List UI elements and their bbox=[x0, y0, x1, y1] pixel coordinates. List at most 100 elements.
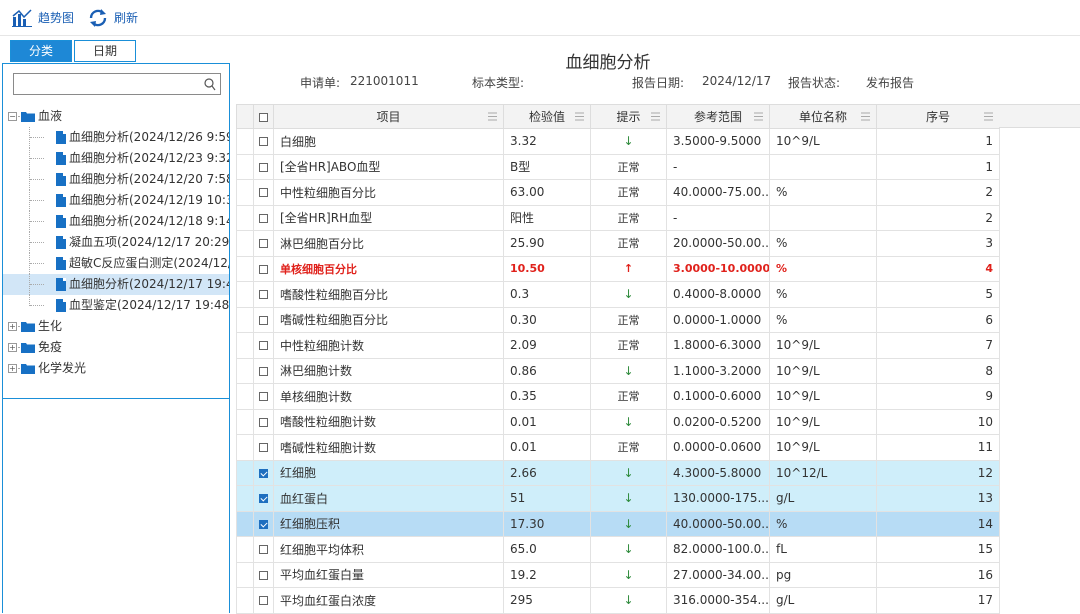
row-select-cell[interactable] bbox=[253, 357, 274, 384]
cell-seq: 10 bbox=[876, 408, 1000, 435]
expand-icon[interactable]: + bbox=[8, 343, 17, 352]
tree-node-biochem[interactable]: + 生化 bbox=[3, 316, 229, 337]
cell-value: 63.00 bbox=[503, 179, 591, 206]
tree-node-blood[interactable]: − 血液 bbox=[3, 106, 229, 127]
select-all-checkbox[interactable] bbox=[259, 112, 268, 122]
tree-item-report[interactable]: 血细胞分析(2024/12/18 9:14: bbox=[3, 211, 229, 232]
row-checkbox[interactable] bbox=[259, 545, 268, 555]
row-checkbox[interactable] bbox=[259, 468, 268, 478]
row-checkbox[interactable] bbox=[259, 137, 268, 147]
select-all-header[interactable] bbox=[253, 104, 274, 129]
table-row[interactable]: 红细胞 2.66 ↓ 4.3000-5.8000 10^12/L 12 bbox=[236, 459, 1000, 486]
row-select-cell[interactable] bbox=[253, 587, 274, 614]
row-checkbox[interactable] bbox=[259, 417, 268, 427]
row-select-cell[interactable] bbox=[253, 204, 274, 231]
table-row[interactable]: 淋巴细胞百分比 25.90 正常 20.0000-50.00...% 3 bbox=[236, 230, 1000, 257]
table-row[interactable]: 嗜碱性粒细胞百分比 0.30 正常 0.0000-1.0000% 6 bbox=[236, 306, 1000, 333]
row-select-cell[interactable] bbox=[253, 230, 274, 257]
column-menu-icon[interactable] bbox=[861, 112, 870, 121]
row-checkbox[interactable] bbox=[259, 290, 268, 300]
row-select-cell[interactable] bbox=[253, 281, 274, 308]
refresh-button[interactable]: 刷新 bbox=[88, 8, 138, 27]
table-row[interactable]: 血红蛋白 51 ↓ 130.0000-175.... g/L 13 bbox=[236, 485, 1000, 512]
row-select-cell[interactable] bbox=[253, 153, 274, 180]
tree-item-report[interactable]: 血细胞分析(2024/12/19 10:3 bbox=[3, 190, 229, 211]
row-select-cell[interactable] bbox=[253, 434, 274, 461]
row-checkbox[interactable] bbox=[259, 239, 268, 249]
tree-node-immune[interactable]: + 免疫 bbox=[3, 337, 229, 358]
table-row[interactable]: 中性粒细胞计数 2.09 正常 1.8000-6.3000 10^9/L 7 bbox=[236, 332, 1000, 359]
column-menu-icon[interactable] bbox=[651, 112, 660, 121]
search-icon[interactable] bbox=[204, 77, 216, 91]
cell-hint: 正常 bbox=[590, 306, 667, 333]
table-row[interactable]: 嗜酸性粒细胞计数 0.01 ↓ 0.0200-0.5200 10^9/L 10 bbox=[236, 408, 1000, 435]
tree-item-report[interactable]: 血细胞分析(2024/12/20 7:58: bbox=[3, 169, 229, 190]
column-ref-range[interactable]: 参考范围 bbox=[666, 104, 770, 129]
row-select-cell[interactable] bbox=[253, 306, 274, 333]
row-checkbox[interactable] bbox=[259, 392, 268, 402]
row-checkbox[interactable] bbox=[259, 315, 268, 325]
table-row[interactable]: 单核细胞百分比 10.50 ↑ 3.0000-10.0000% 4 bbox=[236, 255, 1000, 282]
row-checkbox[interactable] bbox=[259, 570, 268, 580]
column-unit[interactable]: 单位名称 bbox=[769, 104, 877, 129]
tree-node-chemiluminescence[interactable]: + 化学发光 bbox=[3, 358, 229, 379]
row-indicator bbox=[236, 179, 254, 206]
table-row[interactable]: 中性粒细胞百分比 63.00 正常 40.0000-75.00...% 2 bbox=[236, 179, 1000, 206]
tree-item-report[interactable]: 超敏C反应蛋白测定(2024/12/ bbox=[3, 253, 229, 274]
column-menu-icon[interactable] bbox=[575, 112, 584, 121]
row-indicator bbox=[236, 255, 254, 282]
row-select-cell[interactable] bbox=[253, 459, 274, 486]
tree-item-report[interactable]: 血细胞分析(2024/12/26 9:59: bbox=[3, 127, 229, 148]
column-seq[interactable]: 序号 bbox=[876, 104, 1000, 129]
row-checkbox[interactable] bbox=[259, 596, 268, 606]
collapse-icon[interactable]: − bbox=[8, 112, 17, 121]
table-row[interactable]: 白细胞 3.32 ↓ 3.5000-9.5000 10^9/L 1 bbox=[236, 128, 1000, 155]
row-checkbox[interactable] bbox=[259, 162, 268, 172]
tab-date[interactable]: 日期 bbox=[74, 40, 136, 62]
row-select-cell[interactable] bbox=[253, 485, 274, 512]
row-checkbox[interactable] bbox=[259, 264, 268, 274]
column-hint[interactable]: 提示 bbox=[590, 104, 667, 129]
row-select-cell[interactable] bbox=[253, 536, 274, 563]
tree-item-report[interactable]: 凝血五项(2024/12/17 20:29:1 bbox=[3, 232, 229, 253]
table-row[interactable]: 红细胞压积 17.30 ↓ 40.0000-50.00...% 14 bbox=[236, 510, 1000, 537]
column-value[interactable]: 检验值 bbox=[503, 104, 591, 129]
column-menu-icon[interactable] bbox=[754, 112, 763, 121]
column-menu-icon[interactable] bbox=[984, 112, 993, 121]
expand-icon[interactable]: + bbox=[8, 364, 17, 373]
table-row[interactable]: [全省HR]ABO血型 B型 正常 - 1 bbox=[236, 153, 1000, 180]
document-icon bbox=[56, 173, 66, 186]
tree-item-report[interactable]: 血细胞分析(2024/12/23 9:32: bbox=[3, 148, 229, 169]
row-checkbox[interactable] bbox=[259, 213, 268, 223]
table-row[interactable]: 嗜酸性粒细胞百分比 0.3 ↓ 0.4000-8.0000% 5 bbox=[236, 281, 1000, 308]
trend-chart-button[interactable]: 趋势图 bbox=[12, 8, 74, 27]
row-checkbox[interactable] bbox=[259, 188, 268, 198]
tree-search-input[interactable] bbox=[14, 74, 194, 94]
row-select-cell[interactable] bbox=[253, 561, 274, 588]
row-select-cell[interactable] bbox=[253, 510, 274, 537]
row-select-cell[interactable] bbox=[253, 128, 274, 155]
row-checkbox[interactable] bbox=[259, 366, 268, 376]
row-select-cell[interactable] bbox=[253, 408, 274, 435]
table-row[interactable]: 单核细胞计数 0.35 正常 0.1000-0.6000 10^9/L 9 bbox=[236, 383, 1000, 410]
table-row[interactable]: 平均血红蛋白浓度 295 ↓ 316.0000-354.... g/L 17 bbox=[236, 587, 1000, 614]
table-row[interactable]: 红细胞平均体积 65.0 ↓ 82.0000-100.0... fL 15 bbox=[236, 536, 1000, 563]
row-checkbox[interactable] bbox=[259, 341, 268, 351]
table-row[interactable]: 平均血红蛋白量 19.2 ↓ 27.0000-34.00... pg 16 bbox=[236, 561, 1000, 588]
row-select-cell[interactable] bbox=[253, 179, 274, 206]
row-checkbox[interactable] bbox=[259, 443, 268, 453]
tree-item-report[interactable]: 血型鉴定(2024/12/17 19:48:1 bbox=[3, 295, 229, 316]
row-select-cell[interactable] bbox=[253, 332, 274, 359]
table-row[interactable]: [全省HR]RH血型 阳性 正常 - 2 bbox=[236, 204, 1000, 231]
table-row[interactable]: 淋巴细胞计数 0.86 ↓ 1.1000-3.2000 10^9/L 8 bbox=[236, 357, 1000, 384]
tree-item-report[interactable]: 血细胞分析(2024/12/17 19:4 bbox=[3, 274, 229, 295]
row-checkbox[interactable] bbox=[259, 519, 268, 529]
column-menu-icon[interactable] bbox=[488, 112, 497, 121]
tab-category[interactable]: 分类 bbox=[10, 40, 72, 62]
column-item[interactable]: 项目 bbox=[273, 104, 504, 129]
row-select-cell[interactable] bbox=[253, 255, 274, 282]
row-select-cell[interactable] bbox=[253, 383, 274, 410]
row-checkbox[interactable] bbox=[259, 494, 268, 504]
expand-icon[interactable]: + bbox=[8, 322, 17, 331]
table-row[interactable]: 嗜碱性粒细胞计数 0.01 正常 0.0000-0.0600 10^9/L 11 bbox=[236, 434, 1000, 461]
